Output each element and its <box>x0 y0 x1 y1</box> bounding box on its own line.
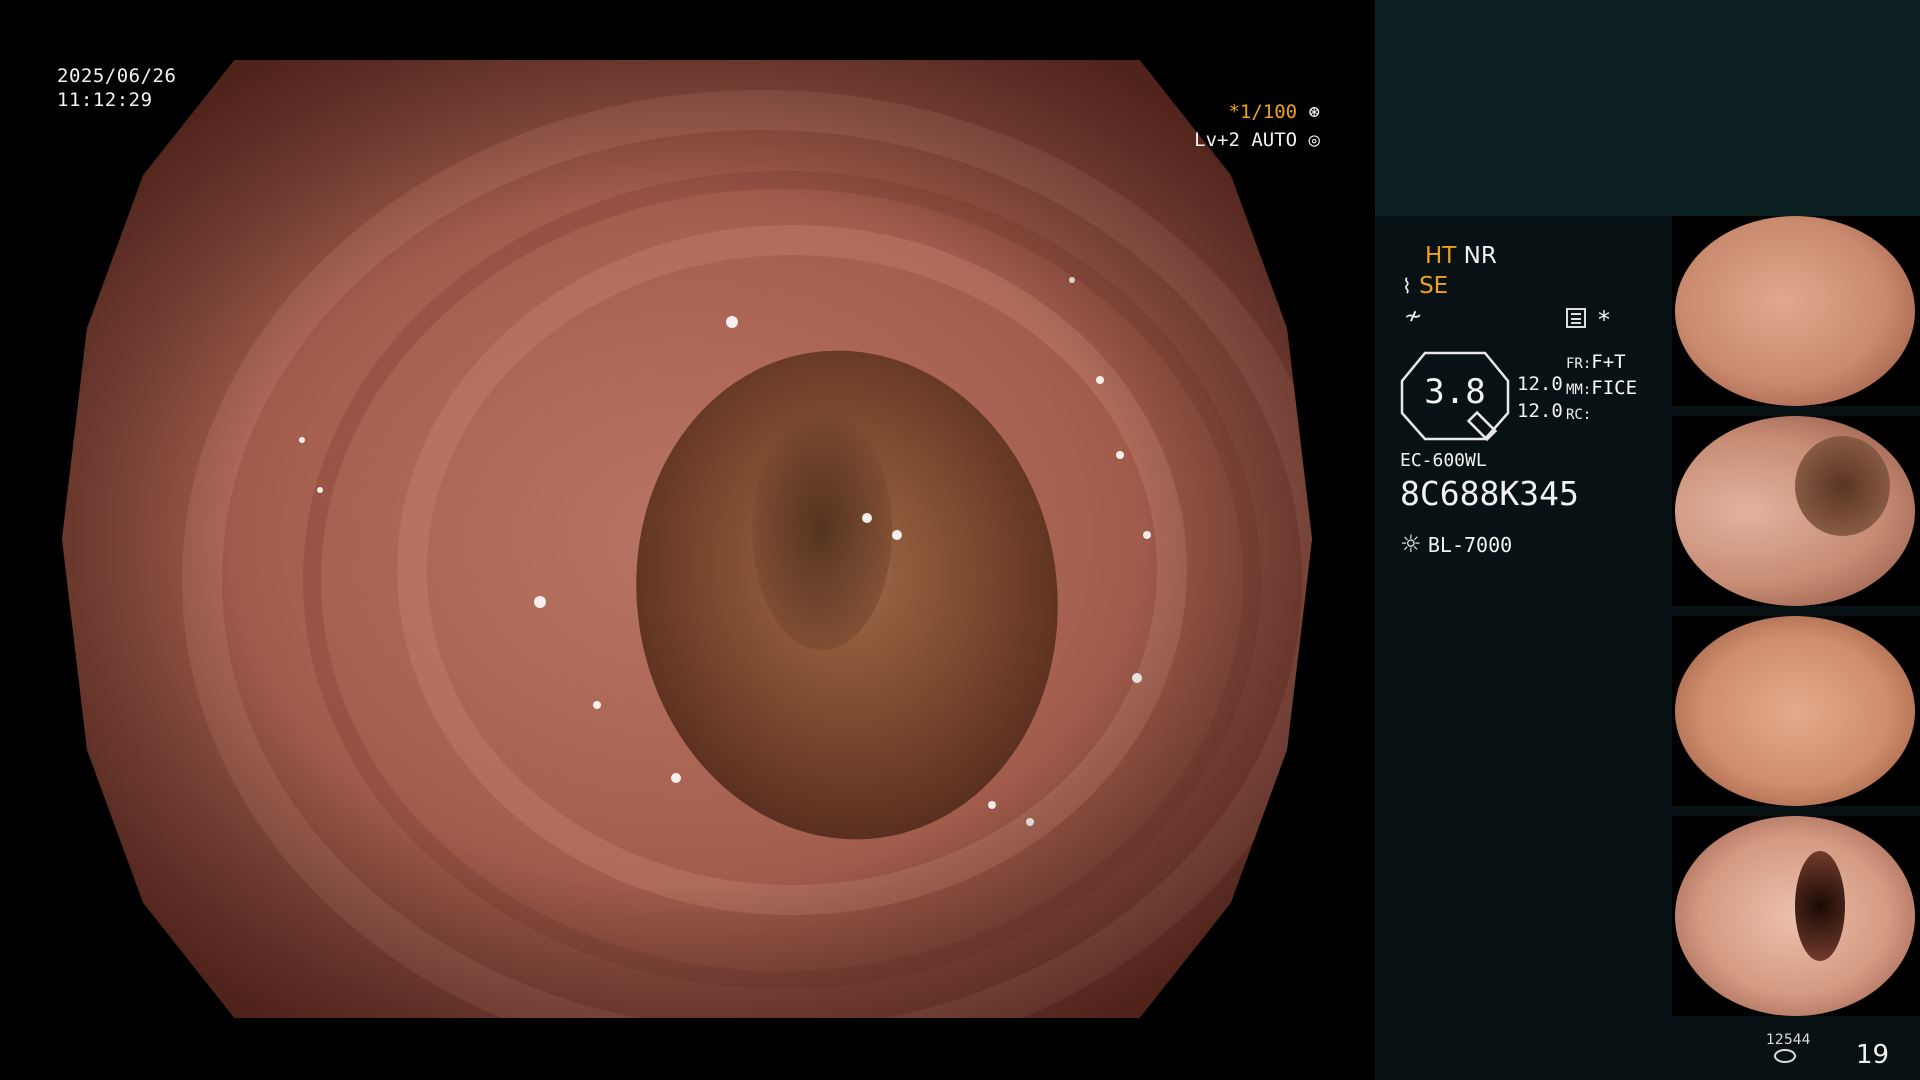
mm-label: MM: <box>1566 382 1592 398</box>
endoscope-view <box>62 60 1312 1018</box>
nr-indicator: NR <box>1463 243 1497 269</box>
thumbnail-4[interactable] <box>1672 816 1920 1016</box>
shutter-readout: *1/100 ⊛ <box>1200 98 1320 126</box>
storage-count-small: 12544 <box>1766 1032 1811 1048</box>
shutter-icon: ⊛ <box>1308 101 1320 123</box>
fr-value: F+T <box>1591 351 1626 373</box>
endoscope-image <box>62 60 1312 1018</box>
storage-icon <box>1774 1049 1796 1063</box>
zoom-value: 3.8 <box>1424 372 1486 412</box>
value-2: 12.0 <box>1517 400 1563 422</box>
asterisk-indicator: * <box>1598 306 1610 334</box>
value-1: 12.0 <box>1517 373 1563 395</box>
scope-model: EC-600WL <box>1400 450 1487 471</box>
light-source: ☼ BL-7000 <box>1400 530 1512 558</box>
mm-value: FICE <box>1591 377 1638 399</box>
light-source-text: BL-7000 <box>1427 533 1513 557</box>
timestamp: 2025/06/26 11:12:29 <box>57 64 176 112</box>
fr-label: FR: <box>1566 356 1592 372</box>
thumbnail-3[interactable] <box>1672 616 1920 806</box>
thumbnail-1[interactable] <box>1672 216 1920 406</box>
structure-icon: ⌇ <box>1402 274 1412 298</box>
mode-list: FR:F+T MM:FICE RC: <box>1566 350 1637 427</box>
thumbnail-1-image <box>1675 216 1915 406</box>
rc-label: RC: <box>1566 407 1592 423</box>
time-text: 11:12:29 <box>57 89 153 111</box>
thumbnail-4-image <box>1675 816 1915 1016</box>
sun-icon: ☼ <box>1400 530 1422 558</box>
level-text: Lv+2 AUTO <box>1194 129 1298 151</box>
info-panel-header <box>1375 0 1920 216</box>
se-row: ⌇ SE <box>1402 273 1448 299</box>
ht-nr-row: HT NR <box>1425 243 1497 269</box>
shutter-text: *1/100 <box>1228 101 1298 123</box>
ht-indicator: HT <box>1425 243 1457 269</box>
record-icon <box>1566 308 1586 328</box>
iris-icon: ◎ <box>1308 129 1320 151</box>
level-readout: Lv+2 AUTO ◎ <box>1180 126 1320 154</box>
scope-serial: 8C688K345 <box>1400 474 1579 513</box>
date-text: 2025/06/26 <box>57 65 177 87</box>
thumbnail-3-image <box>1675 616 1915 806</box>
thumbnail-2[interactable] <box>1672 416 1920 606</box>
thumbnail-2-image <box>1675 416 1915 606</box>
se-indicator: SE <box>1419 273 1449 299</box>
storage-count: 19 <box>1856 1040 1890 1070</box>
enhance-icon: ≁ <box>1404 304 1423 329</box>
